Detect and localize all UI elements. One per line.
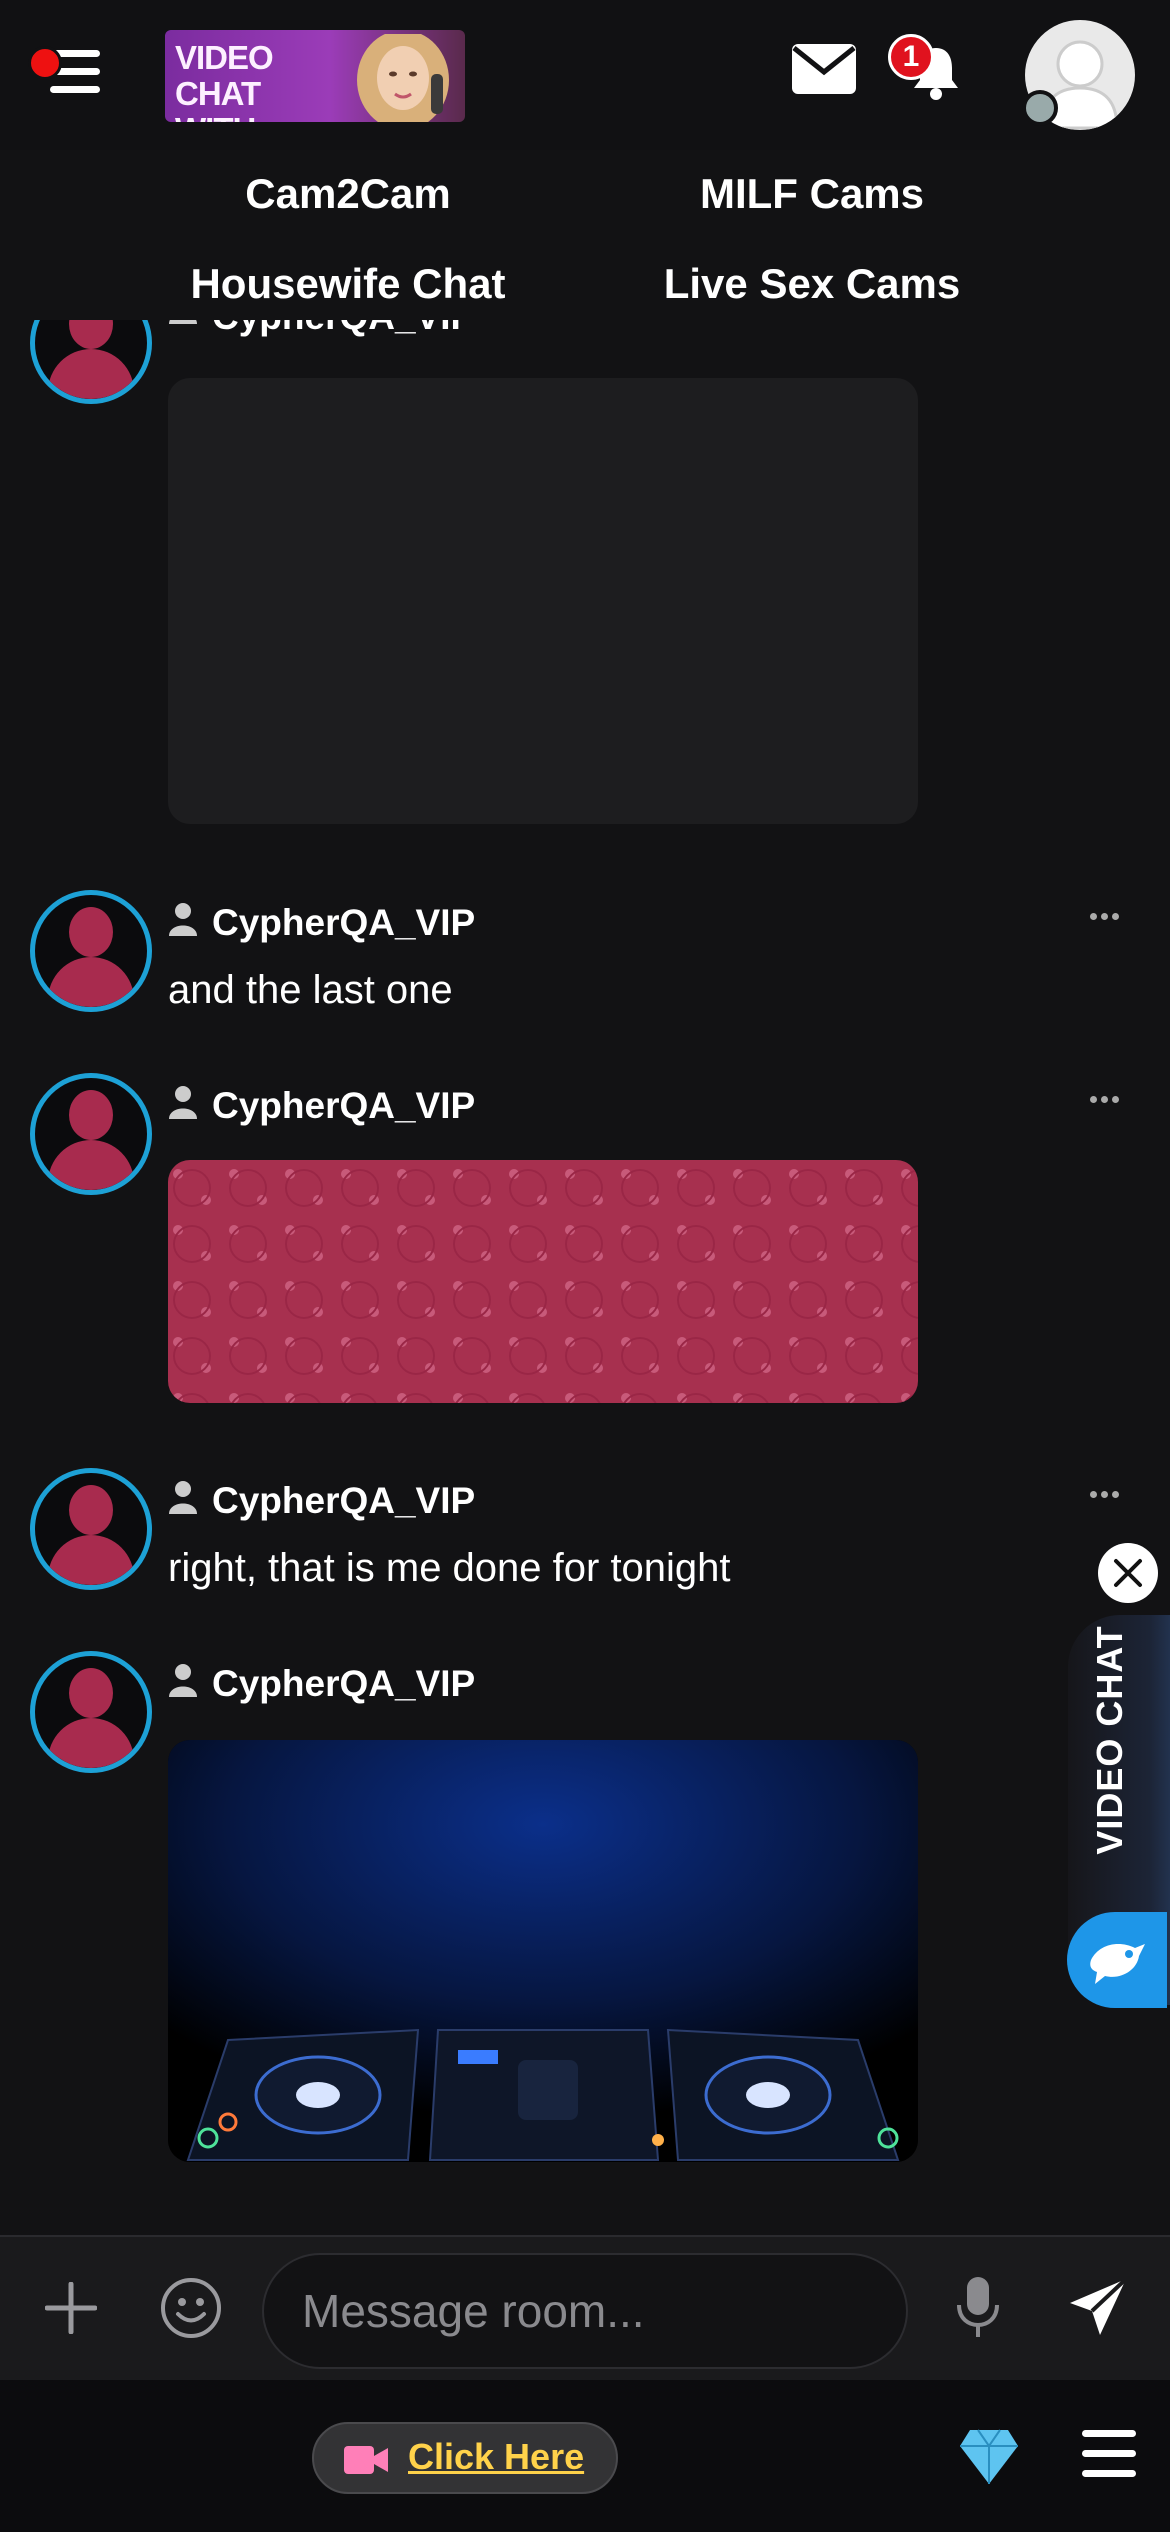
message-input[interactable] xyxy=(262,2253,908,2369)
avatar-body xyxy=(48,1535,134,1585)
message-username[interactable]: CypherQA_VIP xyxy=(212,1480,475,1522)
hamburger-menu-icon[interactable] xyxy=(1082,2430,1136,2478)
message-image[interactable] xyxy=(168,1740,918,2162)
notifications-button[interactable]: 1 xyxy=(880,30,970,110)
message-text: right, that is me done for tonight xyxy=(168,1546,731,1590)
user-icon xyxy=(169,1086,197,1119)
promo-banner-text: VIDEO CHAT WITH GIRLS xyxy=(175,39,274,123)
pattern-image-icon xyxy=(168,1160,918,1403)
menu-bar xyxy=(1082,2430,1136,2437)
message-composer xyxy=(0,2235,1170,2380)
avatar-body xyxy=(48,1718,134,1768)
emoji-icon[interactable] xyxy=(160,2277,222,2339)
dot xyxy=(1090,1096,1097,1103)
avatar-head xyxy=(69,1090,113,1140)
message-options-button[interactable] xyxy=(1090,1096,1120,1106)
avatar-head xyxy=(69,1485,113,1535)
message-options-button[interactable] xyxy=(1090,1491,1120,1501)
dot xyxy=(1112,913,1119,920)
dot xyxy=(1112,1491,1119,1498)
user-icon xyxy=(169,1481,197,1514)
bottom-bar: Click Here xyxy=(0,2380,1170,2532)
send-icon[interactable] xyxy=(1068,2277,1128,2337)
promo-banner[interactable]: VIDEO CHAT WITH GIRLS xyxy=(165,30,465,122)
dj-decks-image-icon xyxy=(168,1740,918,2162)
notification-badge: 1 xyxy=(888,34,934,80)
attach-plus-icon[interactable] xyxy=(45,2282,97,2334)
mail-icon[interactable] xyxy=(792,44,856,94)
dot xyxy=(1101,1491,1108,1498)
avatar-body xyxy=(48,957,134,1007)
message-username[interactable]: CypherQA_VIP xyxy=(212,320,475,338)
message-text: and the last one xyxy=(168,968,453,1012)
user-icon xyxy=(169,903,197,936)
message-image[interactable] xyxy=(168,1160,918,1403)
user-avatar[interactable] xyxy=(30,1651,152,1773)
chat-message-list[interactable]: CypherQA_VIP CypherQA_VIP and the last o… xyxy=(0,320,1170,2235)
avatar-body xyxy=(48,349,134,399)
avatar-head xyxy=(69,907,113,957)
dot xyxy=(1090,913,1097,920)
menu-bar xyxy=(50,86,100,93)
nav-link-live-sex-cams[interactable]: Live Sex Cams xyxy=(582,260,1042,308)
menu-bar xyxy=(1082,2450,1136,2457)
video-camera-icon xyxy=(344,2446,388,2474)
model-photo-icon xyxy=(357,34,449,122)
user-icon xyxy=(169,1664,197,1697)
click-here-label: Click Here xyxy=(408,2436,585,2477)
nav-link-milf-cams[interactable]: MILF Cams xyxy=(582,170,1042,218)
avatar-head xyxy=(69,1668,113,1718)
nav-link-housewife-chat[interactable]: Housewife Chat xyxy=(118,260,578,308)
top-header: VIDEO CHAT WITH GIRLS 1 xyxy=(0,0,1170,150)
online-status-indicator xyxy=(1022,90,1058,126)
unread-dot xyxy=(28,46,62,80)
click-here-button[interactable]: Click Here xyxy=(312,2422,618,2494)
menu-bar xyxy=(1082,2470,1136,2477)
nav-link-cam2cam[interactable]: Cam2Cam xyxy=(118,170,578,218)
dot xyxy=(1090,1491,1097,1498)
dot xyxy=(1101,1096,1108,1103)
message-image[interactable] xyxy=(168,378,918,824)
dot xyxy=(1101,913,1108,920)
user-avatar[interactable] xyxy=(30,320,152,404)
message-username[interactable]: CypherQA_VIP xyxy=(212,902,475,944)
category-nav: Cam2Cam MILF Cams Housewife Chat Live Se… xyxy=(0,150,1170,320)
message-username[interactable]: CypherQA_VIP xyxy=(212,1663,475,1705)
user-avatar[interactable] xyxy=(30,1073,152,1195)
bird-icon xyxy=(1090,1944,1145,1984)
diamond-icon[interactable] xyxy=(958,2428,1020,2486)
user-avatar[interactable] xyxy=(30,890,152,1012)
message-username[interactable]: CypherQA_VIP xyxy=(212,1085,475,1127)
dot xyxy=(1112,1096,1119,1103)
avatar-head xyxy=(69,320,113,349)
user-icon xyxy=(169,320,197,324)
message-options-button[interactable] xyxy=(1090,913,1120,923)
video-chat-bird-button[interactable] xyxy=(1067,1912,1167,2008)
main-menu-button[interactable] xyxy=(28,44,104,100)
avatar-body xyxy=(48,1140,134,1190)
video-chat-label[interactable]: VIDEO CHAT xyxy=(1080,1580,1140,1900)
user-avatar[interactable] xyxy=(30,1468,152,1590)
microphone-icon[interactable] xyxy=(955,2275,1001,2339)
